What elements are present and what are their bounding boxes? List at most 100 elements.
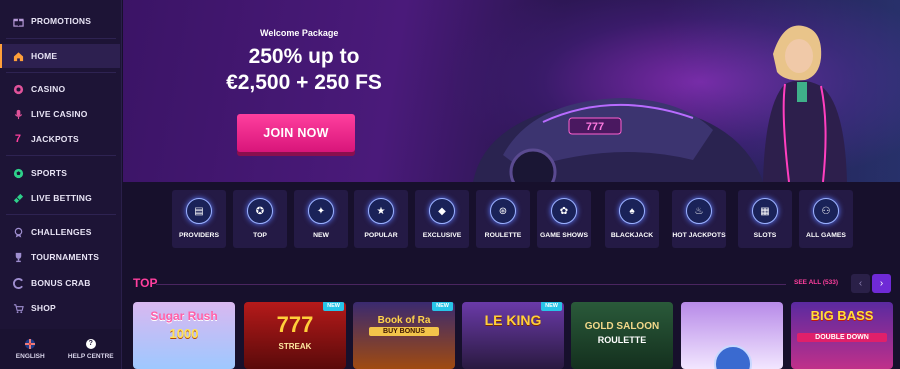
- casino-home: PROMOTIONS HOME CASINO LIVE CASINO 7 JAC…: [0, 0, 900, 369]
- divider: [6, 155, 116, 156]
- category-label: SLOTS: [753, 232, 777, 239]
- category-label: PROVIDERS: [178, 232, 220, 239]
- section-divider: [156, 284, 786, 285]
- cherries-icon: ⚇: [813, 198, 839, 224]
- game-title: LE KING: [484, 312, 542, 328]
- divider: [6, 38, 116, 39]
- category-top[interactable]: ✪ TOP: [233, 190, 287, 248]
- sidebar-item-live-casino[interactable]: LIVE CASINO: [0, 102, 120, 126]
- category-hot-jackpots[interactable]: ♨ HOT JACKPOTS: [672, 190, 726, 248]
- game-subtitle: 1000: [169, 326, 199, 341]
- category-game-shows[interactable]: ✿ GAME SHOWS: [537, 190, 591, 248]
- bike-plate-text: 777: [586, 121, 604, 133]
- folder-icon: ▤: [186, 198, 212, 224]
- scroll-right-button[interactable]: ›: [872, 274, 891, 293]
- motorcycle-illustration: 777: [473, 98, 763, 182]
- banner-subtitle: Welcome Package: [260, 28, 339, 38]
- category-roulette[interactable]: ⊛ ROULETTE: [476, 190, 530, 248]
- sidebar-item-label: PROMOTIONS: [31, 16, 92, 26]
- sidebar-item-home[interactable]: HOME: [0, 44, 120, 68]
- soccer-ball-icon: [12, 167, 24, 179]
- sparkle-icon: ✦: [308, 198, 334, 224]
- sidebar-item-label: LIVE BETTING: [31, 193, 92, 203]
- sidebar-item-label: CHALLENGES: [31, 227, 92, 237]
- game-title: Sugar Rush: [150, 309, 218, 323]
- category-slots[interactable]: ▦ SLOTS: [738, 190, 792, 248]
- category-all-games[interactable]: ⚇ ALL GAMES: [799, 190, 853, 248]
- chip-icon: [12, 83, 24, 95]
- banner-title-line2: €2,500 + 250 FS: [226, 71, 382, 94]
- sidebar-item-label: HOME: [31, 51, 58, 61]
- game-tile-big-bass-vegas[interactable]: BIG BASS DOUBLE DOWN: [791, 302, 893, 369]
- flower-icon: ✿: [551, 198, 577, 224]
- slot-machine-icon: ▦: [752, 198, 778, 224]
- help-label: HELP CENTRE: [67, 352, 114, 360]
- cart-icon: [12, 302, 24, 314]
- divider: [6, 72, 116, 73]
- join-now-button[interactable]: JOIN NOW: [237, 114, 355, 152]
- game-subtitle: STREAK: [278, 342, 312, 351]
- sidebar-item-shop[interactable]: SHOP: [0, 296, 120, 320]
- sidebar-item-promotions[interactable]: PROMOTIONS: [0, 9, 120, 33]
- category-bar: ▤ PROVIDERS ✪ TOP ✦ NEW ★ POPULAR ◆ EXCL…: [123, 182, 900, 270]
- language-label: ENGLISH: [15, 352, 45, 360]
- sidebar-item-casino[interactable]: CASINO: [0, 77, 120, 101]
- sidebar-item-sports[interactable]: SPORTS: [0, 161, 120, 185]
- sidebar-item-label: JACKPOTS: [31, 134, 79, 144]
- section-title-top: TOP: [133, 276, 158, 290]
- game-subtitle: BUY BONUS: [369, 327, 439, 336]
- new-badge: NEW: [323, 302, 344, 311]
- game-title: Book of Ra: [377, 315, 431, 326]
- chevron-right-icon: ›: [879, 278, 884, 289]
- sidebar-item-challenges[interactable]: CHALLENGES: [0, 220, 120, 244]
- game-title: 777: [276, 312, 314, 337]
- category-label: HOT JACKPOTS: [672, 232, 726, 239]
- sidebar-item-jackpots[interactable]: 7 JACKPOTS: [0, 127, 120, 151]
- welcome-banner[interactable]: Welcome Package 250% up to €2,500 + 250 …: [123, 0, 900, 182]
- gift-icon: [12, 15, 24, 27]
- sidebar-item-label: TOURNAMENTS: [31, 252, 100, 262]
- game-tile-777-streak[interactable]: NEW 777 STREAK: [244, 302, 346, 369]
- sidebar-item-live-betting[interactable]: LIVE BETTING: [0, 186, 120, 210]
- category-label: ROULETTE: [484, 232, 522, 239]
- game-tile-sugar-rush[interactable]: Sugar Rush 1000: [133, 302, 235, 369]
- see-all-link[interactable]: SEE ALL (533): [794, 279, 838, 286]
- microphone-icon: [12, 108, 24, 120]
- diamond-icon: ◆: [429, 198, 455, 224]
- sidebar-item-label: CASINO: [31, 84, 66, 94]
- spade-icon: ♠: [619, 198, 645, 224]
- flame-icon: ♨: [686, 198, 712, 224]
- trophy-icon: [12, 251, 24, 263]
- game-tile-unknown[interactable]: [681, 302, 783, 369]
- category-exclusive[interactable]: ◆ EXCLUSIVE: [415, 190, 469, 248]
- game-tile-book-of-ra[interactable]: NEW Book of Ra BUY BONUS: [353, 302, 455, 369]
- category-label: EXCLUSIVE: [422, 232, 462, 239]
- category-label: POPULAR: [364, 232, 398, 239]
- sidebar-item-label: SPORTS: [31, 168, 68, 178]
- game-subtitle: ROULETTE: [597, 335, 647, 345]
- banner-title: 250% up to €2,500 + 250 FS: [209, 44, 399, 96]
- game-tile-gold-saloon-roulette[interactable]: GOLD SALOON ROULETTE: [571, 302, 673, 369]
- help-centre-link[interactable]: ? HELP CENTRE: [61, 329, 122, 369]
- new-badge: NEW: [541, 302, 562, 311]
- sidebar-item-bonus-crab[interactable]: BONUS CRAB: [0, 271, 120, 295]
- sidebar-item-tournaments[interactable]: TOURNAMENTS: [0, 245, 120, 269]
- category-providers[interactable]: ▤ PROVIDERS: [172, 190, 226, 248]
- crab-claw-icon: [12, 277, 24, 289]
- divider: [6, 214, 116, 215]
- language-selector[interactable]: ENGLISH: [0, 329, 61, 369]
- category-blackjack[interactable]: ♠ BLACKJACK: [605, 190, 659, 248]
- game-artwork: [714, 345, 752, 369]
- game-title: BIG BASS: [810, 308, 874, 323]
- medal-icon: [12, 226, 24, 238]
- category-label: BLACKJACK: [610, 232, 654, 239]
- game-tile-le-king[interactable]: NEW LE KING: [462, 302, 564, 369]
- category-label: TOP: [253, 232, 267, 239]
- scroll-left-button[interactable]: ‹: [851, 274, 870, 293]
- category-new[interactable]: ✦ NEW: [294, 190, 348, 248]
- category-label: NEW: [313, 232, 329, 239]
- award-icon: ✪: [247, 198, 273, 224]
- chevron-left-icon: ‹: [858, 278, 863, 289]
- banner-title-line1: 250% up to: [248, 45, 360, 68]
- category-popular[interactable]: ★ POPULAR: [354, 190, 408, 248]
